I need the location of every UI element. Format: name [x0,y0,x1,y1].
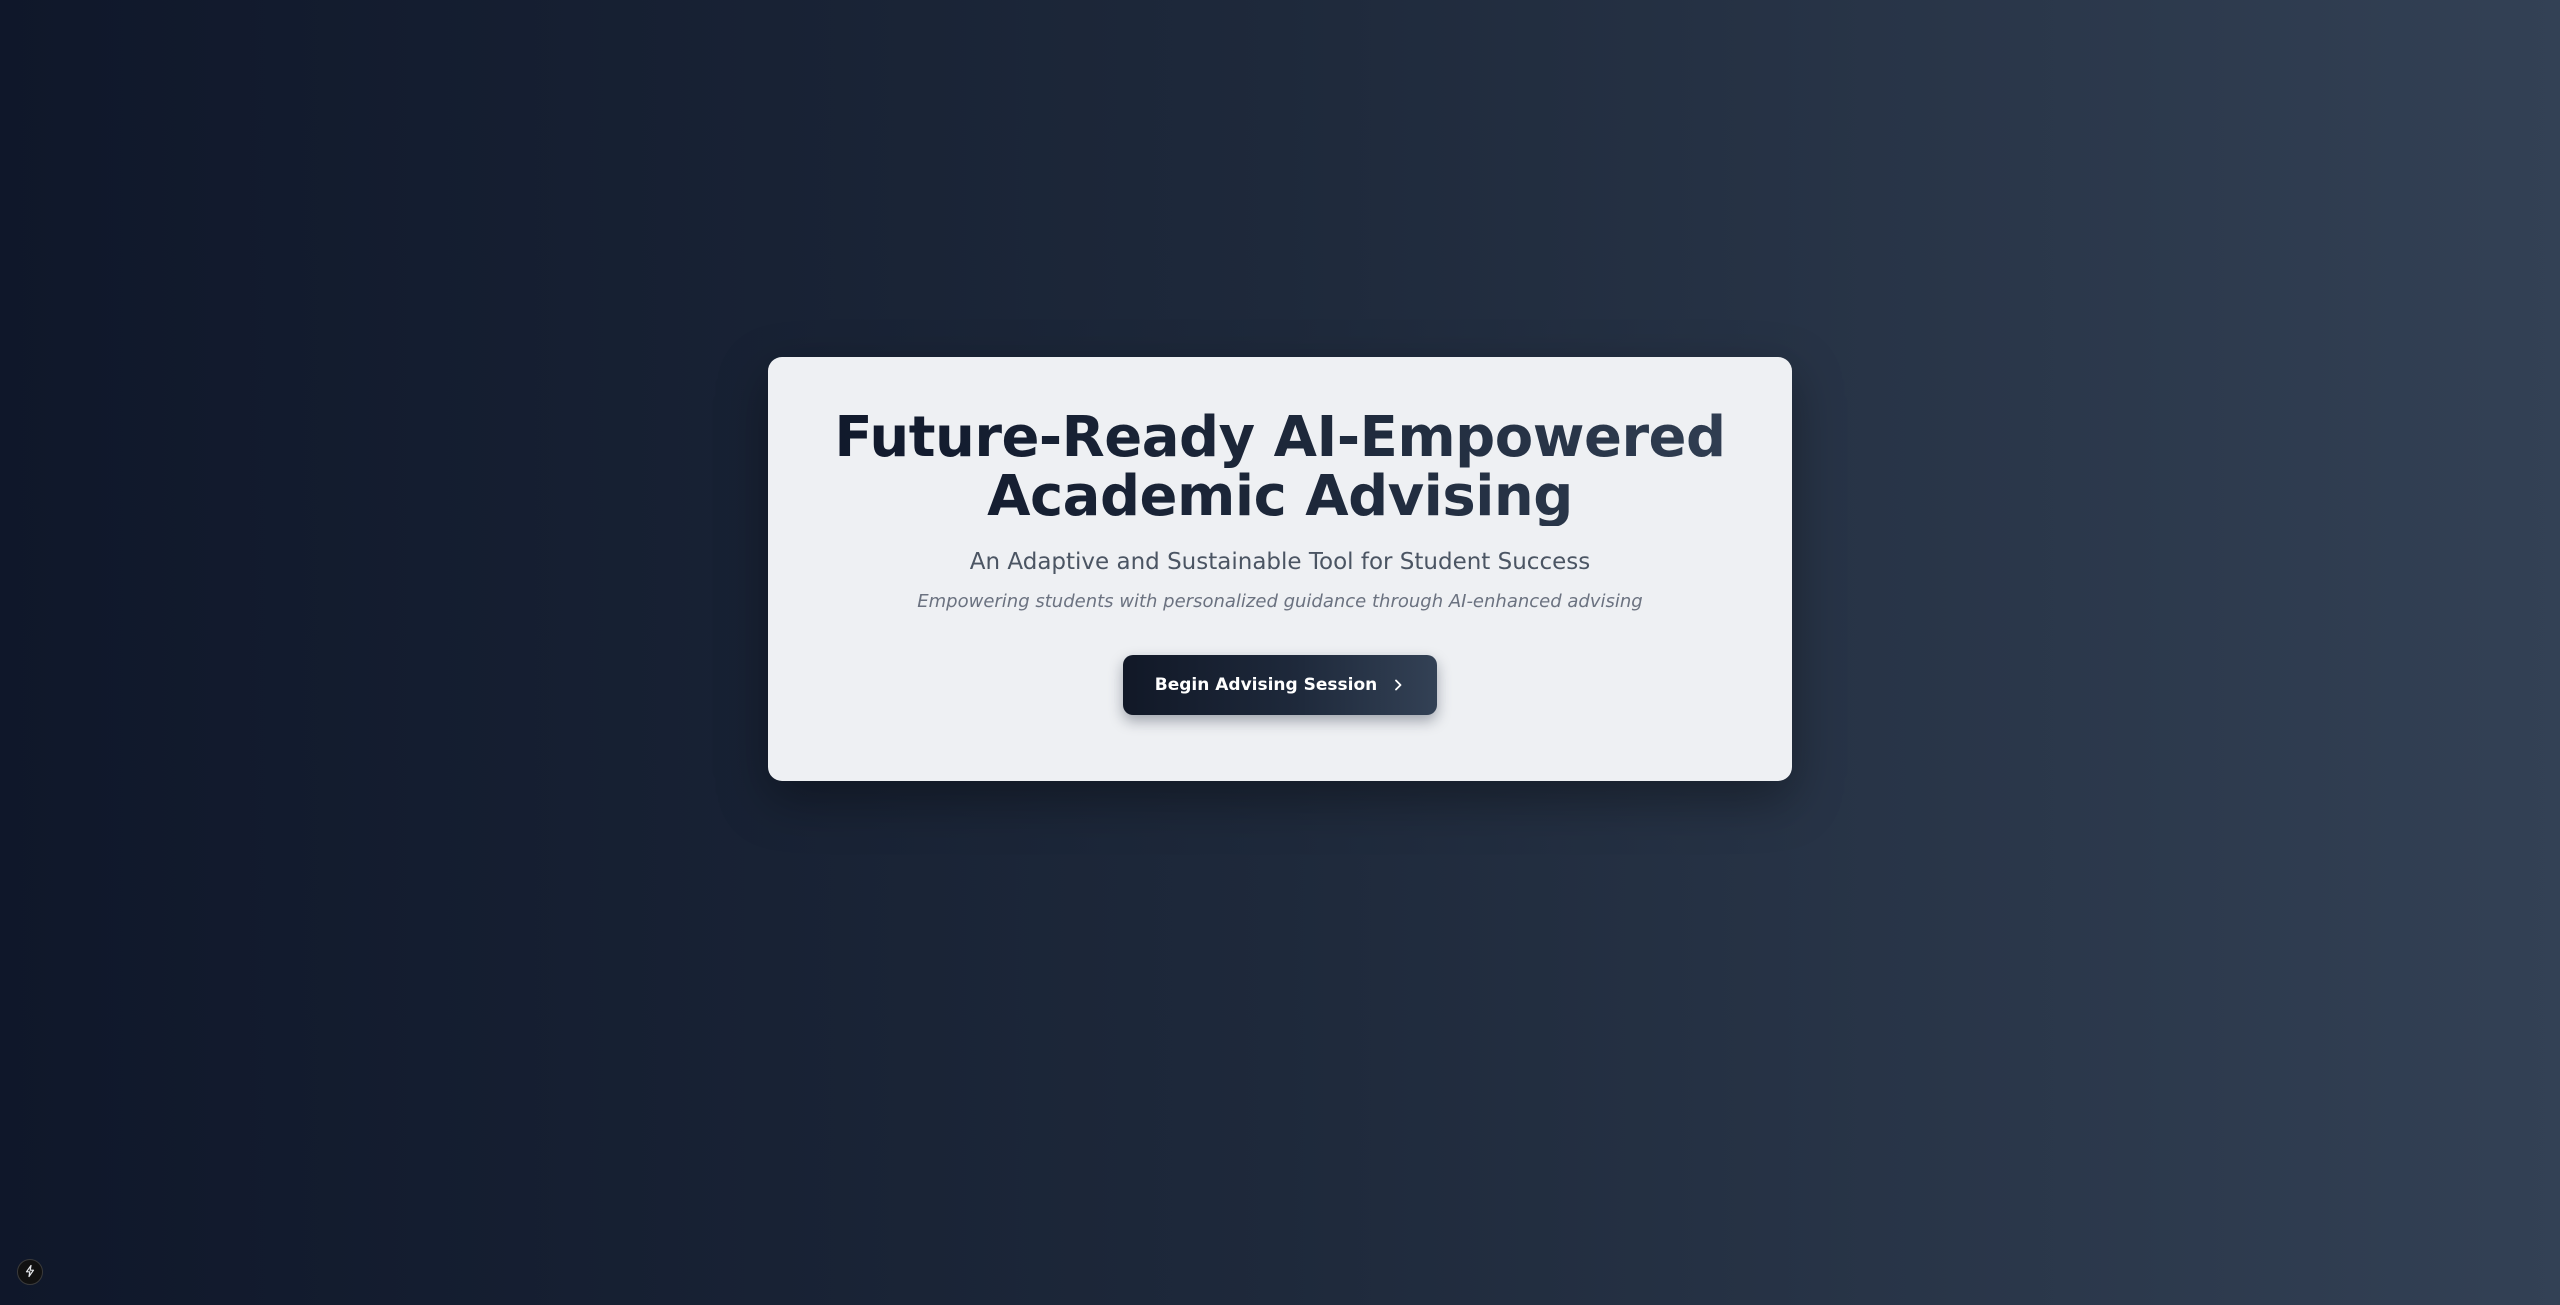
title-line-2: Academic Advising [987,464,1573,529]
chevron-right-icon [1391,678,1405,692]
title-line-1: Future-Ready AI-Empowered [834,405,1726,470]
lightning-icon [23,1263,37,1282]
begin-advising-session-button[interactable]: Begin Advising Session [1122,655,1438,715]
subtitle: An Adaptive and Sustainable Tool for Stu… [969,549,1591,575]
tagline: Empowering students with personalized gu… [917,591,1643,612]
hero-card: Future-Ready AI-Empowered Academic Advis… [768,357,1792,781]
page-title: Future-Ready AI-Empowered Academic Advis… [768,357,1792,526]
dev-tools-badge[interactable] [17,1259,43,1285]
begin-advising-session-label: Begin Advising Session [1154,675,1378,695]
